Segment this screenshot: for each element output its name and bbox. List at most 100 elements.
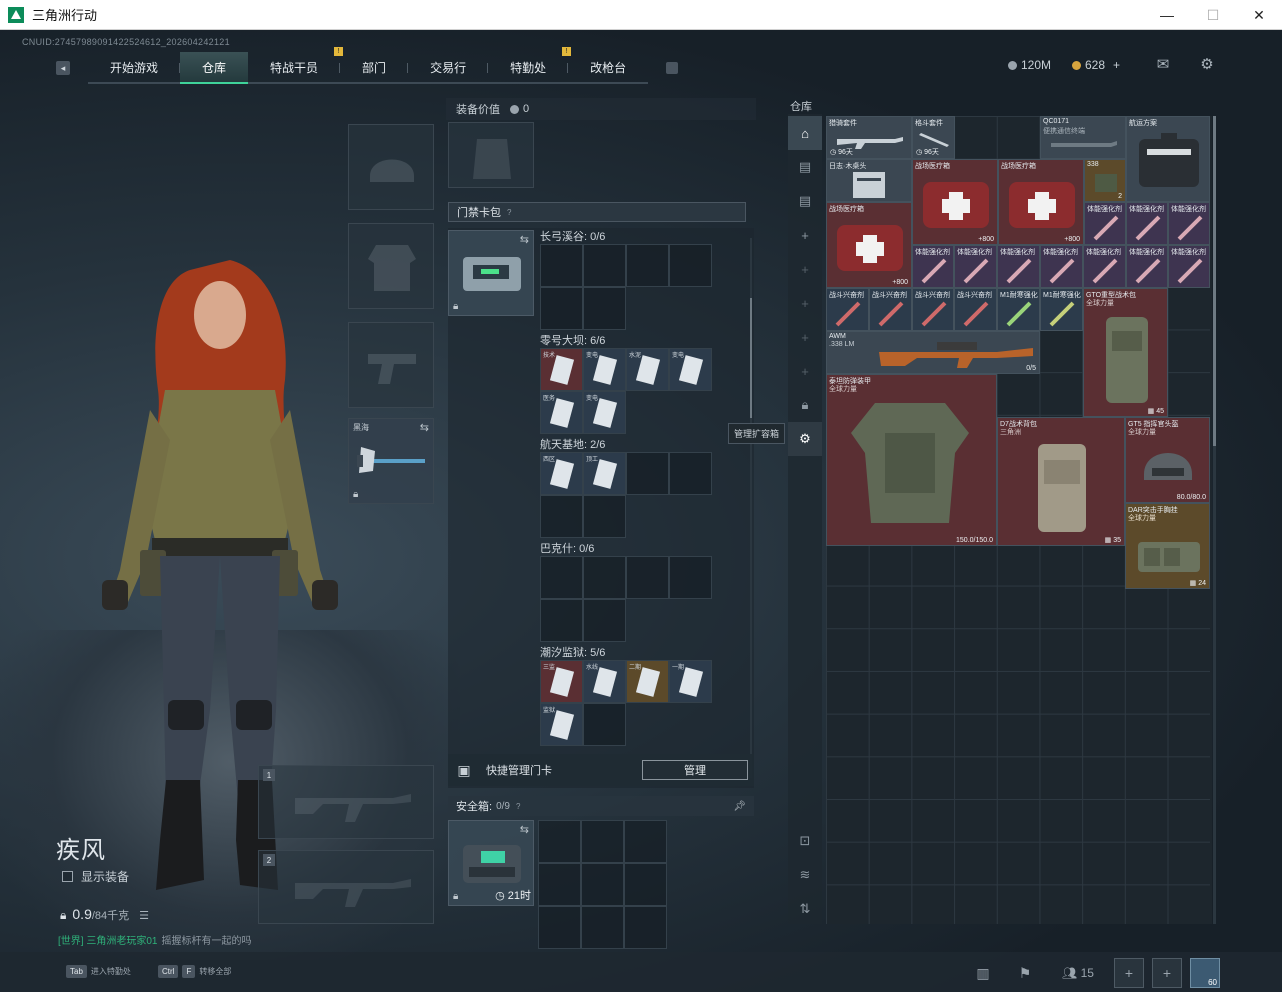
tab-start-game[interactable]: 开始游戏 xyxy=(88,52,181,84)
safebox-cell[interactable] xyxy=(538,863,581,906)
safebox-grid[interactable] xyxy=(538,820,667,949)
warehouse-item[interactable]: 日志·木桌头 xyxy=(826,159,912,202)
warehouse-item[interactable]: 泰坦防弹装甲 全球力量 150.0/150.0 xyxy=(826,374,997,546)
keycard-case[interactable]: ⇆ 🔒︎ xyxy=(448,230,534,316)
stim-item[interactable]: M1耐寒强化 xyxy=(1040,288,1083,331)
card-slot[interactable] xyxy=(626,556,669,599)
manage-button[interactable]: 管理 xyxy=(642,760,748,780)
add-currency-button[interactable]: + xyxy=(1113,58,1120,72)
warehouse-item[interactable]: 猎骑套件 ◷ 96天 xyxy=(826,116,912,159)
stim-item[interactable]: 体能强化剂 xyxy=(1126,245,1168,288)
card-slot[interactable] xyxy=(669,556,712,599)
layers-icon[interactable]: ≋ xyxy=(788,858,822,892)
stats-icon[interactable]: ▥ xyxy=(968,958,998,988)
warehouse-item[interactable]: 战场医疗箱 +800 xyxy=(998,159,1084,245)
warehouse-item[interactable]: GT5 指挥官头盔 全球力量 80.0/80.0 xyxy=(1125,417,1210,503)
backpack-slot[interactable] xyxy=(448,122,534,188)
stim-item[interactable]: 战斗兴奋剂 xyxy=(912,288,954,331)
keycard[interactable]: 水线 xyxy=(583,660,626,703)
map-grid-dam[interactable]: 技术 变电 水泥 变电 医务 变电 xyxy=(540,348,712,434)
stim-item[interactable]: 体能强化剂 xyxy=(912,245,954,288)
card-slot[interactable] xyxy=(669,244,712,287)
add-tab-button[interactable]: + xyxy=(788,286,822,320)
tab-operators[interactable]: 特战干员! xyxy=(248,47,344,84)
warehouse-item[interactable]: 战场医疗箱 +800 xyxy=(826,202,912,288)
swap-icon[interactable]: ⇆ xyxy=(520,233,529,246)
flag-icon[interactable]: ⚑ xyxy=(1010,958,1040,988)
gear-icon[interactable]: ⚙ xyxy=(1198,56,1216,73)
card-slot[interactable] xyxy=(583,599,626,642)
melee-slot[interactable]: 黑海 ⇆ 🔒︎ xyxy=(348,418,434,504)
swap-icon[interactable]: ⇆ xyxy=(420,421,429,434)
warehouse-item[interactable]: 338 2 xyxy=(1084,159,1126,202)
sort-icon[interactable]: ⊡ xyxy=(788,824,822,858)
card-slot[interactable] xyxy=(583,287,626,330)
warehouse-tab-3[interactable]: ▤ xyxy=(788,184,822,218)
keycard[interactable]: 监狱 xyxy=(540,703,583,746)
safebox-cell[interactable] xyxy=(538,820,581,863)
warehouse-item[interactable]: D7战术背包 三角洲 ▦ 35 xyxy=(997,417,1125,546)
keycard[interactable]: 变电 xyxy=(583,348,626,391)
safebox-cell[interactable] xyxy=(624,863,667,906)
list-icon[interactable]: ☰ xyxy=(139,909,149,922)
gold-currency[interactable]: 628 + xyxy=(1072,58,1120,72)
add-tab-button[interactable]: + xyxy=(788,320,822,354)
stim-item[interactable]: 体能强化剂 xyxy=(1084,202,1126,245)
warehouse-item[interactable]: 战场医疗箱 +800 xyxy=(912,159,998,245)
lock-icon[interactable]: 🔒︎ xyxy=(788,388,822,422)
warehouse-item[interactable]: GTO重型战术包 全球力量 ▦ 45 xyxy=(1083,288,1168,417)
keycard[interactable]: 三监 xyxy=(540,660,583,703)
safebox-cell[interactable] xyxy=(581,863,624,906)
keycard[interactable]: 一期 xyxy=(669,660,712,703)
warehouse-main-tab[interactable]: ⌂ xyxy=(788,116,822,150)
friends-button[interactable]: 👥︎ 15 xyxy=(1058,958,1098,988)
mail-icon[interactable]: ✉ xyxy=(1154,56,1172,73)
card-slot[interactable] xyxy=(540,287,583,330)
keycard[interactable]: 变电 xyxy=(583,391,626,434)
tab-special-ops[interactable]: 特勤处! xyxy=(488,47,572,84)
map-grid-changgong[interactable] xyxy=(540,244,712,330)
show-equipment-checkbox[interactable] xyxy=(62,871,73,882)
primary-weapon-slot[interactable]: 1 xyxy=(258,765,434,839)
stim-item[interactable]: 体能强化剂 xyxy=(1126,202,1168,245)
maximize-button[interactable]: ☐ xyxy=(1190,0,1236,30)
swap-icon[interactable]: ⇆ xyxy=(520,823,529,836)
warehouse-scroll-thumb[interactable] xyxy=(1213,116,1216,446)
safebox-slot[interactable]: ⇆ 🔒︎ ◷ 21时 xyxy=(448,820,534,906)
help-icon[interactable]: ? xyxy=(516,802,520,811)
stim-item[interactable]: 体能强化剂 xyxy=(997,245,1040,288)
world-chat[interactable]: [世界] 三角洲老玩家01 摇握标杆有一起的吗 xyxy=(58,932,251,947)
stim-item[interactable]: 体能强化剂 xyxy=(1083,245,1126,288)
pistol-slot[interactable] xyxy=(348,322,434,408)
tab-department[interactable]: 部门 xyxy=(340,52,409,84)
safebox-cell[interactable] xyxy=(624,820,667,863)
card-slot[interactable] xyxy=(669,452,712,495)
tab-warehouse[interactable]: 仓库 xyxy=(180,52,249,84)
safebox-cell[interactable] xyxy=(581,906,624,949)
card-slot[interactable] xyxy=(540,495,583,538)
hint-enter-special[interactable]: Tab 进入特勤处 xyxy=(66,965,131,978)
map-grid-brakkesh[interactable] xyxy=(540,556,712,642)
helmet-slot[interactable] xyxy=(348,124,434,210)
add-tab-button[interactable]: + xyxy=(788,218,822,252)
close-button[interactable]: ✕ xyxy=(1236,0,1282,30)
safebox-cell[interactable] xyxy=(624,906,667,949)
card-slot[interactable] xyxy=(583,703,626,746)
keycard[interactable]: 顶工 xyxy=(583,452,626,495)
tab-gunsmith[interactable]: 改枪台 xyxy=(568,52,649,84)
show-equipment-toggle[interactable]: 显示装备 xyxy=(62,868,129,885)
card-slot[interactable] xyxy=(583,244,626,287)
safebox-cell[interactable] xyxy=(538,906,581,949)
keycard[interactable]: 变电 xyxy=(669,348,712,391)
map-grid-spacebase[interactable]: 西区 顶工 xyxy=(540,452,712,538)
transfer-icon[interactable]: ⇅ xyxy=(788,892,822,926)
expansion-settings-icon[interactable]: ⚙ xyxy=(788,422,822,456)
add-tab-button[interactable]: + xyxy=(788,252,822,286)
nav-forward-button[interactable] xyxy=(666,62,679,74)
stim-item[interactable]: 体能强化剂 xyxy=(1168,202,1210,245)
warehouse-item[interactable]: 航运方案 xyxy=(1126,116,1210,202)
stim-item[interactable]: 体能强化剂 xyxy=(954,245,997,288)
warehouse-item[interactable]: 格斗套件 ◷ 96天 xyxy=(912,116,955,159)
keycard[interactable]: 医务 xyxy=(540,391,583,434)
card-slot[interactable] xyxy=(540,244,583,287)
